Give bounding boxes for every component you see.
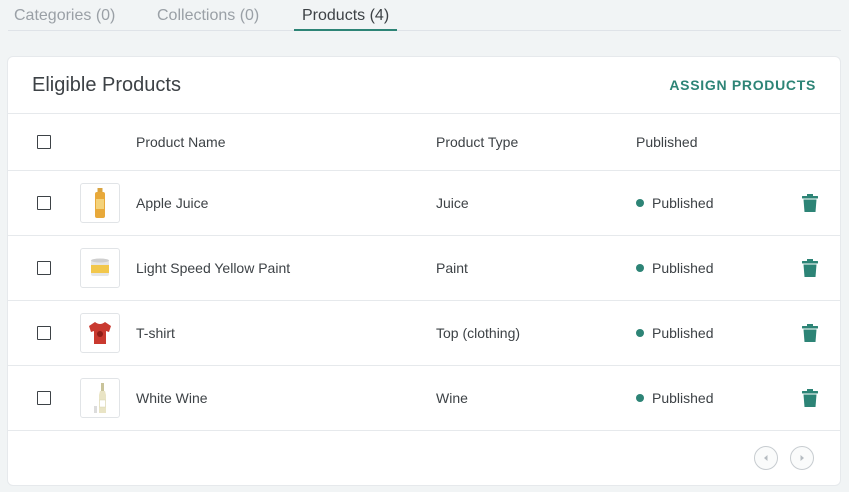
- product-thumbnail: [80, 247, 120, 288]
- delete-button[interactable]: [802, 258, 818, 277]
- published-status: Published: [636, 195, 714, 211]
- published-status: Published: [636, 390, 714, 406]
- previous-page-button[interactable]: [754, 446, 778, 470]
- status-dot: [636, 328, 644, 337]
- product-thumbnail: [80, 182, 120, 223]
- row-checkbox[interactable]: [37, 195, 51, 210]
- row-checkbox-wrap: [37, 390, 51, 405]
- delete-button[interactable]: [802, 388, 818, 407]
- table-row: Apple Juice Juice Published: [8, 170, 840, 235]
- eligible-products-card: Eligible Products ASSIGN PRODUCTS Produc…: [7, 56, 841, 486]
- status-dot: [636, 393, 644, 402]
- trash-icon: [802, 258, 818, 277]
- header-published: Published: [636, 134, 698, 150]
- status-text: Published: [652, 324, 714, 341]
- product-name: Apple Juice: [136, 194, 209, 211]
- published-status: Published: [636, 260, 714, 276]
- tab-collections[interactable]: Collections (0): [157, 7, 259, 31]
- product-type: Juice: [436, 194, 469, 211]
- row-checkbox[interactable]: [37, 260, 51, 275]
- select-all-checkbox-wrap: [37, 135, 51, 149]
- paint-can-icon: [91, 258, 109, 276]
- divider: [8, 430, 840, 431]
- chevron-right-icon: [800, 455, 804, 461]
- header-product-name: Product Name: [136, 134, 226, 150]
- card-title: Eligible Products: [32, 74, 181, 96]
- published-status: Published: [636, 325, 714, 341]
- header-product-type: Product Type: [436, 134, 519, 150]
- select-all-checkbox[interactable]: [37, 135, 51, 149]
- chevron-left-icon: [764, 455, 768, 461]
- trash-icon: [802, 388, 818, 407]
- table-row: Light Speed Yellow Paint Paint Published: [8, 235, 840, 300]
- tab-products[interactable]: Products (4): [294, 7, 398, 31]
- table-row: White Wine Wine Published: [8, 365, 840, 430]
- row-checkbox-wrap: [37, 195, 51, 210]
- product-name: T-shirt: [136, 324, 175, 341]
- wine-bottle-icon: [94, 382, 106, 413]
- delete-button[interactable]: [802, 193, 818, 212]
- row-checkbox-wrap: [37, 325, 51, 340]
- tab-categories[interactable]: Categories (0): [14, 7, 115, 31]
- product-type: Top (clothing): [436, 324, 521, 341]
- assign-products-button[interactable]: ASSIGN PRODUCTS: [669, 77, 816, 93]
- trash-icon: [802, 323, 818, 342]
- row-checkbox[interactable]: [37, 390, 51, 405]
- status-text: Published: [652, 259, 714, 276]
- next-page-button[interactable]: [790, 446, 814, 470]
- table-row: T-shirt Top (clothing) Published: [8, 300, 840, 365]
- row-checkbox[interactable]: [37, 325, 51, 340]
- trash-icon: [802, 193, 818, 212]
- delete-button[interactable]: [802, 323, 818, 342]
- product-name: Light Speed Yellow Paint: [136, 259, 291, 276]
- status-dot: [636, 198, 644, 207]
- tshirt-icon: [89, 321, 111, 344]
- product-type: Wine: [436, 389, 468, 406]
- row-checkbox-wrap: [37, 260, 51, 275]
- product-type: Paint: [436, 259, 468, 276]
- status-text: Published: [652, 194, 714, 211]
- product-thumbnail: [80, 377, 120, 418]
- juice-bottle-icon: [95, 187, 105, 218]
- status-text: Published: [652, 389, 714, 406]
- product-name: White Wine: [136, 389, 208, 406]
- product-thumbnail: [80, 312, 120, 353]
- tab-bar: Categories (0) Collections (0) Products …: [8, 0, 841, 31]
- table-header: Product Name Product Type Published: [8, 114, 840, 170]
- status-dot: [636, 263, 644, 272]
